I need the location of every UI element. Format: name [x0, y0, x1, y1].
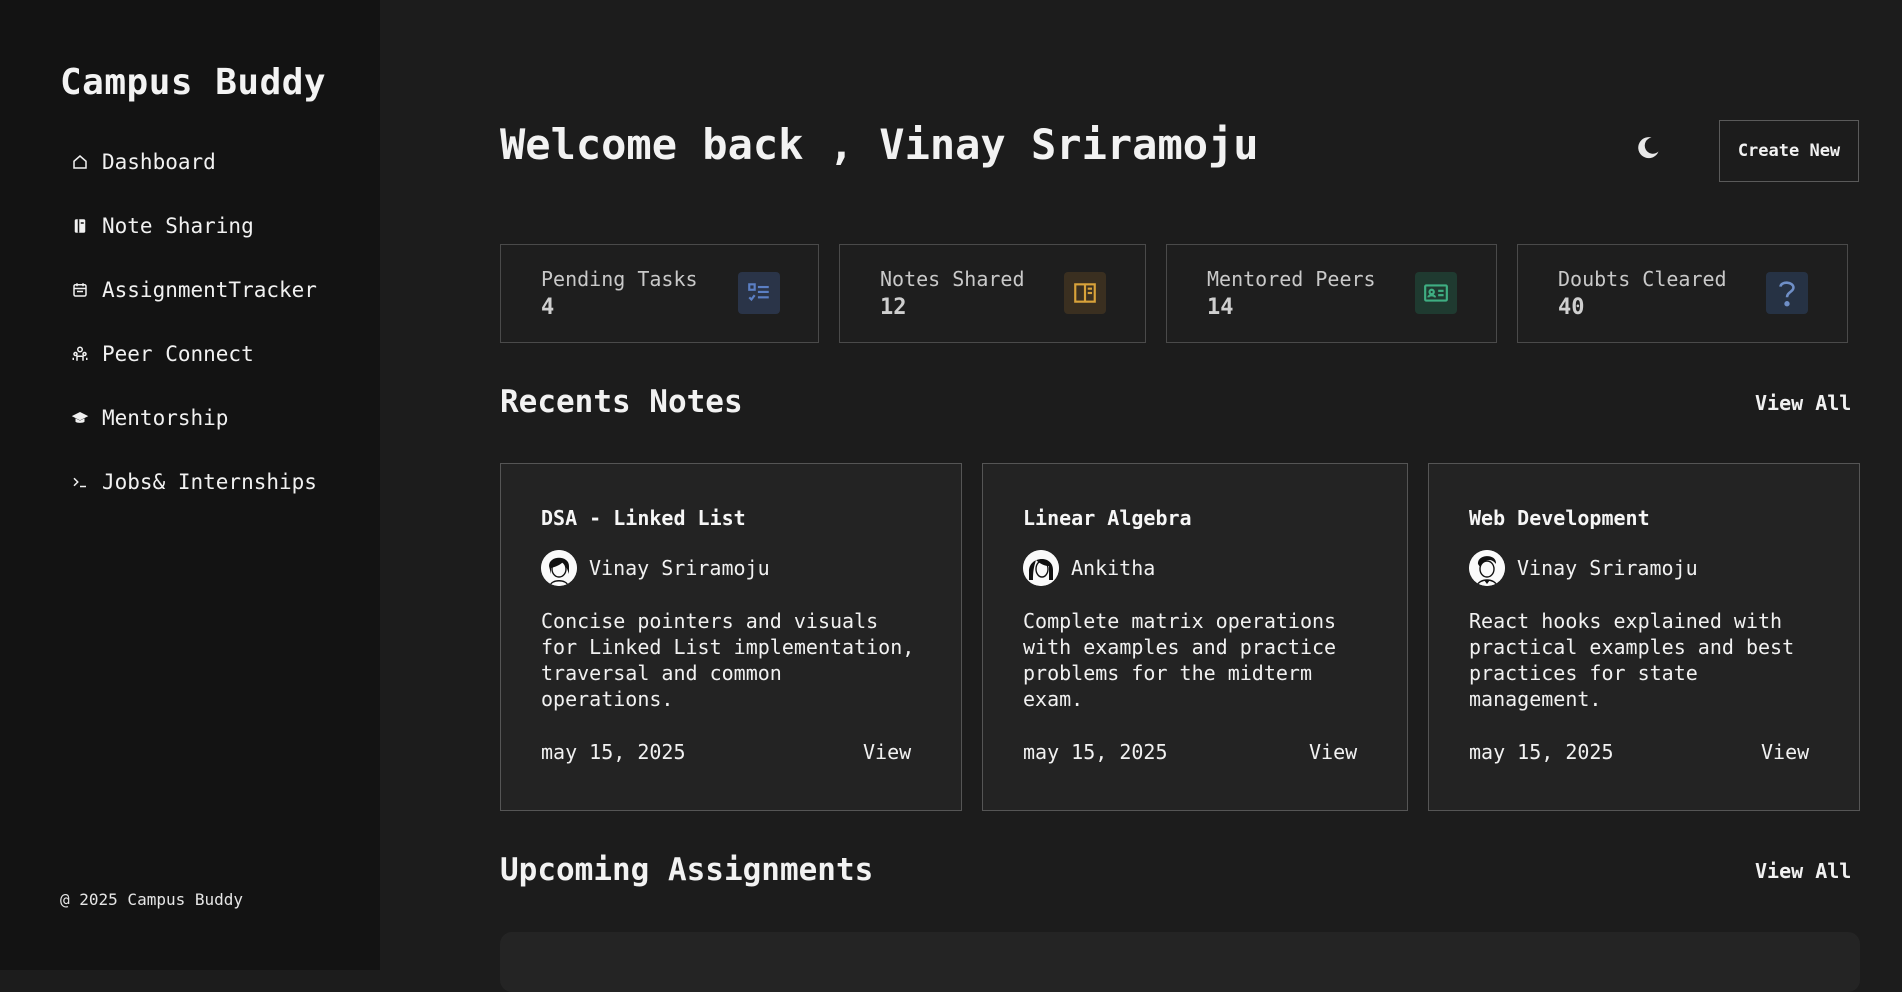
sidebar-item-mentorship[interactable]: Mentorship	[68, 386, 317, 450]
checklist-icon	[738, 272, 780, 314]
create-new-button[interactable]: Create New	[1719, 120, 1859, 182]
note-description-line: for Linked List implementation,	[541, 635, 915, 659]
stat-card-doubts-cleared: Doubts Cleared 40	[1517, 244, 1848, 343]
sidebar-item-label: Note Sharing	[102, 214, 254, 238]
calendar-icon	[68, 278, 92, 302]
note-description-line: problems for the midterm	[1023, 661, 1312, 685]
note-description: React hooks explained with practical exa…	[1469, 608, 1794, 712]
note-view-link[interactable]: View	[1309, 740, 1357, 764]
welcome-heading: Welcome back , Vinay Sriramoju	[500, 120, 1259, 169]
note-title: Linear Algebra	[1023, 506, 1192, 530]
stat-label: Pending Tasks	[541, 267, 698, 291]
avatar	[1023, 550, 1059, 586]
sidebar-item-label: Jobs& Internships	[102, 470, 317, 494]
note-card[interactable]: Web Development Vinay Sriramoju React ho…	[1428, 463, 1860, 811]
note-title: Web Development	[1469, 506, 1650, 530]
sidebar: Campus Buddy Dashboard Note Sharing Assi…	[0, 0, 380, 970]
sidebar-item-label: Peer Connect	[102, 342, 254, 366]
stat-label: Mentored Peers	[1207, 267, 1376, 291]
stat-card-mentored-peers: Mentored Peers 14	[1166, 244, 1497, 343]
moon-icon	[1634, 134, 1662, 166]
recent-notes-view-all-link[interactable]: View All	[1755, 391, 1851, 415]
note-title: DSA - Linked List	[541, 506, 746, 530]
stat-value: 14	[1207, 295, 1234, 320]
stat-label: Doubts Cleared	[1558, 267, 1727, 291]
stat-label: Notes Shared	[880, 267, 1025, 291]
sidebar-item-label: Dashboard	[102, 150, 216, 174]
stat-value: 40	[1558, 295, 1585, 320]
sidebar-nav: Dashboard Note Sharing AssignmentTracker…	[68, 130, 317, 514]
note-description-line: Complete matrix operations	[1023, 609, 1337, 633]
note-author-name: Vinay Sriramoju	[589, 556, 770, 580]
recent-notes-heading: Recents Notes	[500, 384, 743, 420]
sidebar-item-note-sharing[interactable]: Note Sharing	[68, 194, 317, 258]
home-icon	[68, 150, 92, 174]
note-description-line: operations.	[541, 687, 674, 711]
note-card[interactable]: DSA - Linked List Vinay Sriramoju Concis…	[500, 463, 962, 811]
note-card[interactable]: Linear Algebra Ankitha Complete matrix o…	[982, 463, 1408, 811]
book-icon	[1064, 272, 1106, 314]
note-description-line: React hooks explained with	[1469, 609, 1783, 633]
sidebar-item-jobs-internships[interactable]: Jobs& Internships	[68, 450, 317, 514]
graduation-cap-icon	[68, 406, 92, 430]
note-description-line: Concise pointers and visuals	[541, 609, 879, 633]
note-description-line: practices for state	[1469, 661, 1698, 685]
note-description-line: management.	[1469, 687, 1602, 711]
stat-value: 4	[541, 295, 555, 320]
stat-value: 12	[880, 295, 907, 320]
note-date: may 15, 2025	[1023, 740, 1168, 764]
people-icon	[68, 342, 92, 366]
notebook-icon	[68, 214, 92, 238]
upcoming-assignments-heading: Upcoming Assignments	[500, 852, 874, 888]
sidebar-item-label: Mentorship	[102, 406, 229, 430]
question-icon	[1766, 272, 1808, 314]
note-author-name: Vinay Sriramoju	[1517, 556, 1698, 580]
theme-toggle-button[interactable]	[1630, 132, 1666, 168]
note-description-line: with examples and practice	[1023, 635, 1337, 659]
note-author: Vinay Sriramoju	[1469, 550, 1698, 586]
stat-card-pending-tasks: Pending Tasks 4	[500, 244, 819, 343]
sidebar-item-dashboard[interactable]: Dashboard	[68, 130, 317, 194]
avatar	[1469, 550, 1505, 586]
sidebar-item-label: AssignmentTracker	[102, 278, 317, 302]
note-date: may 15, 2025	[541, 740, 686, 764]
sidebar-footer: @ 2025 Campus Buddy	[60, 890, 244, 909]
terminal-icon	[68, 470, 92, 494]
assignments-panel	[500, 932, 1860, 992]
stat-card-notes-shared: Notes Shared 12	[839, 244, 1146, 343]
sidebar-item-assignment-tracker[interactable]: AssignmentTracker	[68, 258, 317, 322]
note-description-line: exam.	[1023, 687, 1084, 711]
note-date: may 15, 2025	[1469, 740, 1614, 764]
sidebar-item-peer-connect[interactable]: Peer Connect	[68, 322, 317, 386]
note-author-name: Ankitha	[1071, 556, 1156, 580]
note-view-link[interactable]: View	[1761, 740, 1809, 764]
note-description-line: traversal and common	[541, 661, 782, 685]
avatar	[541, 550, 577, 586]
note-author: Ankitha	[1023, 550, 1155, 586]
assignments-view-all-link[interactable]: View All	[1755, 859, 1851, 883]
note-author: Vinay Sriramoju	[541, 550, 770, 586]
note-description-line: practical examples and best	[1469, 635, 1795, 659]
id-card-icon	[1415, 272, 1457, 314]
note-description: Complete matrix operations with examples…	[1023, 608, 1336, 712]
brand-title: Campus Buddy	[60, 62, 327, 103]
note-view-link[interactable]: View	[863, 740, 911, 764]
note-description: Concise pointers and visuals for Linked …	[541, 608, 914, 712]
